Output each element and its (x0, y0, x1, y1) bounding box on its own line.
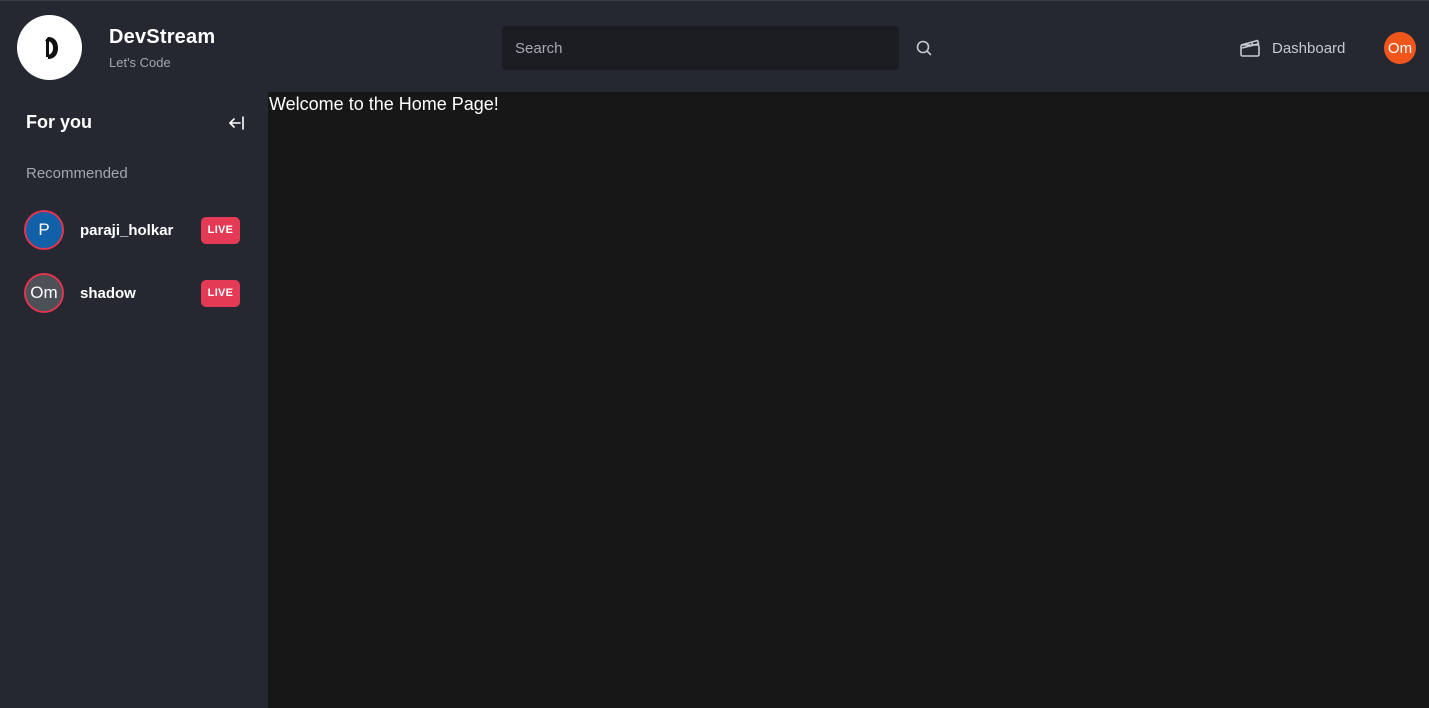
dashboard-label: Dashboard (1272, 39, 1346, 57)
app-root: DevStream Let's Code Dashboard Om For yo… (0, 0, 1429, 708)
arrow-left-to-line-icon (229, 116, 244, 130)
user-avatar[interactable]: Om (1384, 32, 1416, 64)
search-button[interactable] (904, 28, 944, 68)
sidebar: For you Recommended P paraji_holkar LIVE… (0, 92, 268, 708)
recommended-user-item[interactable]: P paraji_holkar LIVE (24, 210, 244, 250)
avatar: Om (24, 273, 64, 313)
logo[interactable] (17, 15, 82, 80)
username: paraji_holkar (80, 221, 174, 239)
sidebar-title: For you (26, 112, 92, 132)
top-navbar: DevStream Let's Code Dashboard Om (0, 0, 1429, 92)
main-content: Welcome to the Home Page! (268, 92, 1429, 708)
brand-tagline: Let's Code (109, 55, 171, 70)
avatar: P (24, 210, 64, 250)
search-input[interactable] (502, 26, 899, 70)
recommended-user-item[interactable]: Om shadow LIVE (24, 273, 244, 313)
brand-name: DevStream (109, 26, 216, 48)
clapperboard-icon (1240, 39, 1260, 57)
welcome-heading: Welcome to the Home Page! (269, 94, 499, 114)
live-badge: LIVE (201, 279, 240, 307)
dashboard-link[interactable]: Dashboard (1239, 35, 1345, 61)
logo-icon (44, 36, 58, 59)
recommended-label: Recommended (26, 165, 128, 182)
collapse-sidebar-button[interactable] (224, 112, 248, 134)
search-icon (916, 40, 932, 56)
username: shadow (80, 284, 136, 302)
live-badge: LIVE (201, 216, 240, 244)
